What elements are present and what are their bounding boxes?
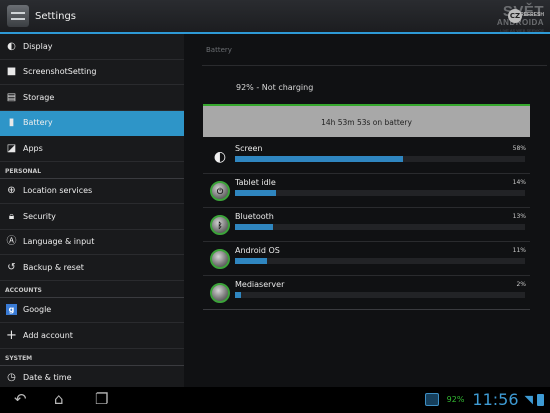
usage-bar-fill: [235, 292, 241, 298]
system-nav-bar: ↶ ⌂ ❐ 92% 11:56 ◥: [0, 387, 550, 413]
usage-percent: 13%: [512, 213, 526, 220]
watermark-refresh: REFRESH: [520, 12, 544, 18]
sidebar-item-location-services[interactable]: ⊕ Location services: [0, 179, 184, 204]
location-icon: ⊕: [7, 185, 16, 197]
sidebar-item-battery[interactable]: ▮ Battery: [0, 110, 184, 136]
usage-bar-fill: [235, 224, 273, 230]
clock-icon: ◷: [7, 372, 16, 384]
home-icon[interactable]: ⌂: [54, 391, 64, 407]
google-icon: g: [6, 304, 17, 316]
screenshot-icon[interactable]: [424, 393, 439, 406]
sidebar-item-label: Backup & reset: [23, 262, 84, 272]
usage-percent: 58%: [512, 145, 526, 152]
brightness-icon: ◐: [7, 40, 16, 52]
usage-row-tablet-idle[interactable]: ⏻ Tablet idle 14%: [203, 174, 530, 208]
recents-icon[interactable]: ❐: [95, 391, 108, 407]
sidebar-item-add-account[interactable]: + Add account: [0, 323, 184, 349]
usage-row-android-os[interactable]: Android OS 11%: [203, 242, 530, 276]
sidebar-item-google[interactable]: g Google: [0, 298, 184, 323]
sidebar-item-display[interactable]: ◐ Display: [0, 34, 184, 60]
usage-bar-fill: [235, 190, 276, 196]
sidebar-item-label: Language & input: [23, 237, 95, 247]
lock-icon: 🔒︎: [8, 210, 15, 222]
sidebar-item-storage[interactable]: ▤ Storage: [0, 85, 184, 111]
battery-usage-list: ◐ Screen 58% ⏻ Tablet idle 14% ᛒ Bluetoo…: [203, 140, 530, 310]
battery-duration-label: 14h 53m 53s on battery: [321, 118, 412, 127]
usage-name: Mediaserver: [235, 280, 285, 289]
camera-icon: ■: [6, 66, 17, 78]
screen-brightness-icon: ◐: [213, 149, 227, 165]
sidebar-item-label: Add account: [23, 330, 73, 340]
battery-history-graph[interactable]: 14h 53m 53s on battery: [203, 104, 530, 137]
sidebar-item-label: ScreenshotSetting: [23, 67, 97, 77]
apps-icon: ◪: [6, 142, 17, 154]
battery-percent: 92%: [446, 395, 465, 404]
settings-sidebar: ◐ Display ■ ScreenshotSetting ▤ Storage …: [0, 34, 184, 387]
battery-status-icon: [537, 393, 544, 406]
power-icon: ⏻: [210, 181, 230, 201]
battery-icon: ▮: [8, 117, 15, 129]
usage-name: Android OS: [235, 246, 280, 255]
usage-name: Bluetooth: [235, 212, 274, 221]
battery-status: 92% - Not charging: [236, 83, 314, 92]
battery-panel: Battery 92% - Not charging 14h 53m 53s o…: [184, 34, 550, 387]
usage-percent: 14%: [512, 179, 526, 186]
usage-percent: 2%: [516, 281, 526, 288]
usage-bar-track: [235, 190, 525, 196]
android-icon: [210, 249, 230, 269]
usage-bar-track: [235, 156, 525, 162]
language-icon: Ⓐ: [6, 236, 17, 248]
usage-bar-fill: [235, 258, 267, 264]
section-header-personal: PERSONAL: [0, 162, 184, 179]
sidebar-item-label: Security: [23, 211, 56, 221]
usage-bar-track: [235, 258, 525, 264]
add-icon: +: [6, 327, 17, 343]
sidebar-item-security[interactable]: 🔒︎ Security: [0, 204, 184, 230]
action-bar: Settings SVĚT ANDROIDA CZ REFRESH LIVE A…: [0, 0, 550, 33]
usage-bar-fill: [235, 156, 404, 162]
sidebar-item-language-input[interactable]: Ⓐ Language & input: [0, 230, 184, 255]
app-title: Settings: [35, 10, 77, 22]
android-icon: [210, 283, 230, 303]
sidebar-item-label: Apps: [23, 143, 43, 153]
sidebar-item-label: Date & time: [23, 373, 72, 383]
usage-bar-track: [235, 224, 525, 230]
usage-name: Tablet idle: [235, 178, 276, 187]
section-header-accounts: ACCOUNTS: [0, 281, 184, 298]
section-header-system: SYSTEM: [0, 349, 184, 366]
usage-row-mediaserver[interactable]: Mediaserver 2%: [203, 276, 530, 310]
sidebar-item-backup-reset[interactable]: ↺ Backup & reset: [0, 255, 184, 281]
page-title: Battery: [206, 46, 232, 54]
wifi-icon: ◥: [524, 393, 533, 406]
sidebar-item-label: Storage: [23, 92, 55, 102]
sidebar-item-label: Location services: [23, 186, 93, 196]
watermark-logo: SVĚT ANDROIDA CZ REFRESH LIVE AS WEB SER…: [497, 4, 544, 33]
settings-icon[interactable]: [7, 5, 29, 27]
usage-bar-track: [235, 292, 525, 298]
screen: Settings SVĚT ANDROIDA CZ REFRESH LIVE A…: [0, 0, 550, 413]
sidebar-item-label: Battery: [23, 118, 53, 128]
back-icon[interactable]: ↶: [14, 391, 27, 407]
title-divider: [202, 65, 547, 66]
sidebar-item-screenshotsetting[interactable]: ■ ScreenshotSetting: [0, 60, 184, 85]
usage-row-screen[interactable]: ◐ Screen 58%: [203, 140, 530, 174]
sidebar-item-date-time[interactable]: ◷ Date & time: [0, 366, 184, 388]
backup-icon: ↺: [7, 261, 16, 273]
sidebar-item-label: Google: [23, 305, 52, 315]
sidebar-item-apps[interactable]: ◪ Apps: [0, 136, 184, 162]
status-tray: 92% 11:56 ◥: [424, 390, 544, 409]
usage-percent: 11%: [512, 247, 526, 254]
sidebar-item-label: Display: [23, 41, 53, 51]
storage-icon: ▤: [6, 91, 17, 103]
usage-name: Screen: [235, 144, 263, 153]
clock[interactable]: 11:56: [472, 390, 518, 409]
usage-row-bluetooth[interactable]: ᛒ Bluetooth 13%: [203, 208, 530, 242]
bluetooth-icon: ᛒ: [210, 215, 230, 235]
